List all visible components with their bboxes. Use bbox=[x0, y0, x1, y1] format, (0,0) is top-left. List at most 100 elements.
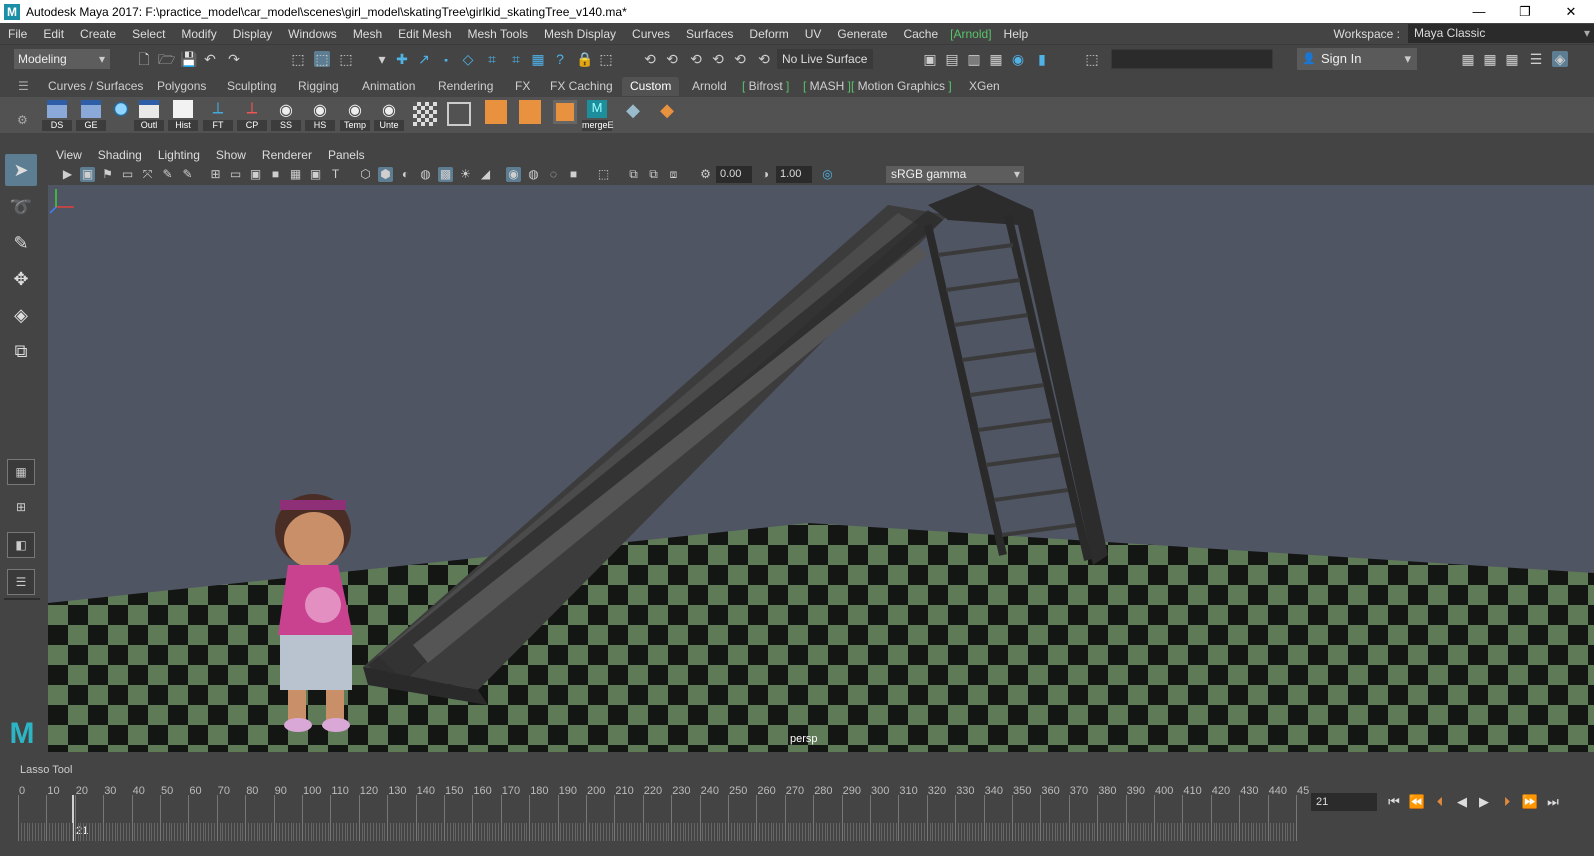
input-ops-icon[interactable]: ⬚ bbox=[598, 51, 614, 67]
render-view-icon[interactable]: ▣ bbox=[922, 51, 938, 67]
menu-select[interactable]: Select bbox=[124, 27, 173, 41]
snap-together-icon[interactable]: ⌗ bbox=[508, 51, 524, 67]
shelf-button-extrude[interactable] bbox=[480, 99, 510, 131]
outliner-layout-icon[interactable]: ☰ bbox=[7, 569, 35, 595]
single-view-layout-icon[interactable]: ▦ bbox=[7, 459, 35, 485]
isolate-icon[interactable]: ⬚ bbox=[596, 167, 611, 182]
tab-curves-surfaces[interactable]: Curves / Surfaces bbox=[40, 77, 151, 96]
menuset-dropdown[interactable]: Modeling bbox=[14, 49, 110, 69]
sign-in-button[interactable]: Sign In bbox=[1297, 48, 1417, 70]
exposure-icon[interactable]: ⚙ bbox=[698, 167, 713, 182]
save-scene-icon[interactable]: 💾 bbox=[180, 51, 197, 67]
menu-create[interactable]: Create bbox=[72, 27, 124, 41]
soft-select-icon[interactable]: ⟲ bbox=[688, 51, 704, 67]
panel-menu-renderer[interactable]: Renderer bbox=[254, 148, 320, 162]
lock-icon[interactable]: 🔒 bbox=[576, 51, 593, 67]
current-frame-field[interactable]: 21 bbox=[1311, 793, 1377, 811]
snap-point-icon[interactable]: ⬝ bbox=[438, 51, 454, 67]
lights-icon[interactable]: ☀ bbox=[458, 167, 473, 182]
menu-mesh-tools[interactable]: Mesh Tools bbox=[460, 27, 536, 41]
tab-bifrost[interactable]: [ Bifrost ] bbox=[734, 77, 797, 96]
menu-mesh[interactable]: Mesh bbox=[345, 27, 390, 41]
render-settings-icon[interactable]: ▦ bbox=[988, 51, 1004, 67]
paint-select-tool-icon[interactable]: ✎ bbox=[5, 227, 37, 259]
image-plane-icon[interactable]: ▭ bbox=[120, 167, 135, 182]
color-management-icon[interactable]: ◎ bbox=[820, 167, 835, 182]
resolution-gate-icon[interactable]: ▣ bbox=[248, 167, 263, 182]
gamma-field[interactable]: 1.00 bbox=[776, 166, 812, 183]
modeling-toolkit-icon[interactable]: ▦ bbox=[1460, 51, 1476, 67]
bookmark-icon[interactable]: ⚑ bbox=[100, 167, 115, 182]
arnold-render-icon[interactable]: ▮ bbox=[1034, 51, 1050, 67]
select-object-icon[interactable]: ⬚ bbox=[314, 51, 330, 67]
minimize-icon[interactable]: — bbox=[1456, 0, 1502, 23]
menu-windows[interactable]: Windows bbox=[280, 27, 345, 41]
play-backward-icon[interactable]: ◀ bbox=[1452, 792, 1472, 812]
move-tool-icon[interactable]: ✥ bbox=[5, 263, 37, 295]
snap-view-plane-icon[interactable]: ◇ bbox=[460, 51, 476, 67]
snap-curve-icon[interactable]: ↗ bbox=[416, 51, 432, 67]
grid-icon[interactable]: ⊞ bbox=[208, 167, 223, 182]
select-hierarchy-icon[interactable]: ⬚ bbox=[290, 51, 306, 67]
ipr-render-icon[interactable]: ▥ bbox=[966, 51, 982, 67]
shelf-button-bevel[interactable]: ◆ bbox=[618, 99, 648, 131]
menu-uv[interactable]: UV bbox=[797, 27, 830, 41]
panel-menu-view[interactable]: View bbox=[48, 148, 90, 162]
tab-motion-graphics[interactable]: [ Motion Graphics ] bbox=[843, 77, 960, 96]
shelf-menu-icon[interactable]: ☰ bbox=[18, 79, 29, 93]
tab-sculpting[interactable]: Sculpting bbox=[219, 77, 284, 96]
four-view-layout-icon[interactable]: ⊞ bbox=[7, 494, 35, 520]
wireframe-on-shaded-icon[interactable]: ◐ bbox=[398, 167, 413, 182]
close-icon[interactable]: ✕ bbox=[1548, 0, 1594, 23]
tab-rendering[interactable]: Rendering bbox=[430, 77, 501, 96]
shelf-button-ge[interactable]: GE bbox=[76, 99, 106, 131]
menu-mesh-display[interactable]: Mesh Display bbox=[536, 27, 624, 41]
textured-icon[interactable]: ▩ bbox=[438, 167, 453, 182]
redo-icon[interactable]: ↷ bbox=[226, 51, 242, 67]
select-tool-icon[interactable]: ➤ bbox=[5, 154, 37, 186]
tool-settings-icon[interactable]: ▦ bbox=[1504, 51, 1520, 67]
shelf-button-slide[interactable]: ◆ bbox=[652, 99, 682, 131]
tab-animation[interactable]: Animation bbox=[354, 77, 423, 96]
xray-joints-icon[interactable]: ⧉ bbox=[626, 167, 641, 182]
lasso-symmetry-icon[interactable]: ⟲ bbox=[664, 51, 680, 67]
live-surface-field[interactable]: No Live Surface bbox=[777, 49, 873, 69]
reflection-icon[interactable]: ⟲ bbox=[710, 51, 726, 67]
gate-mask-icon[interactable]: ■ bbox=[268, 167, 283, 182]
menu-file[interactable]: File bbox=[0, 27, 35, 41]
selection-mask-dropdown-icon[interactable]: ▾ bbox=[374, 51, 390, 67]
menu-surfaces[interactable]: Surfaces bbox=[678, 27, 741, 41]
step-back-frame-icon[interactable]: ⏴ bbox=[1430, 792, 1450, 812]
menu-cache[interactable]: Cache bbox=[895, 27, 946, 41]
new-scene-icon[interactable]: 🗋 bbox=[136, 51, 152, 67]
field-chart-icon[interactable]: ▦ bbox=[288, 167, 303, 182]
tab-fx[interactable]: FX bbox=[507, 77, 538, 96]
tab-rigging[interactable]: Rigging bbox=[290, 77, 347, 96]
go-to-start-icon[interactable]: ⏮ bbox=[1384, 792, 1404, 812]
perspective-viewport[interactable]: persp bbox=[48, 185, 1594, 752]
shelf-button-combine[interactable] bbox=[548, 99, 578, 131]
snap-grid2-icon[interactable]: ▦ bbox=[530, 51, 546, 67]
shelf-settings-gear-icon[interactable]: ⚙ bbox=[17, 113, 28, 127]
shelf-button-cp[interactable]: ⟂ CP bbox=[237, 99, 267, 131]
menu-arnold[interactable]: [Arnold] bbox=[946, 27, 995, 41]
tab-fx-caching[interactable]: FX Caching bbox=[542, 77, 621, 96]
view-transform-dropdown[interactable]: sRGB gamma bbox=[886, 166, 1024, 183]
menu-display[interactable]: Display bbox=[225, 27, 280, 41]
anti-aliasing-icon[interactable]: ◌ bbox=[546, 167, 561, 182]
step-forward-key-icon[interactable]: ⏩ bbox=[1520, 792, 1540, 812]
render-frame-icon[interactable]: ▤ bbox=[944, 51, 960, 67]
shadows-icon[interactable]: ◢ bbox=[478, 167, 493, 182]
input-line-field[interactable] bbox=[1111, 49, 1273, 69]
channel-box-icon[interactable]: ☰ bbox=[1528, 51, 1544, 67]
snap-grid-icon[interactable]: ✚ bbox=[394, 51, 410, 67]
magnet-icon[interactable]: ⟲ bbox=[732, 51, 748, 67]
step-back-key-icon[interactable]: ⏪ bbox=[1407, 792, 1427, 812]
tab-polygons[interactable]: Polygons bbox=[149, 77, 214, 96]
shelf-button-sphere[interactable] bbox=[106, 99, 136, 131]
safe-title-icon[interactable]: T bbox=[328, 167, 343, 182]
shelf-button-transform[interactable] bbox=[444, 99, 474, 131]
open-scene-icon[interactable]: 🗁 bbox=[158, 51, 175, 67]
grease-pencil-icon[interactable]: ✎ bbox=[160, 167, 175, 182]
smooth-shade-icon[interactable]: ⬢ bbox=[378, 167, 393, 182]
